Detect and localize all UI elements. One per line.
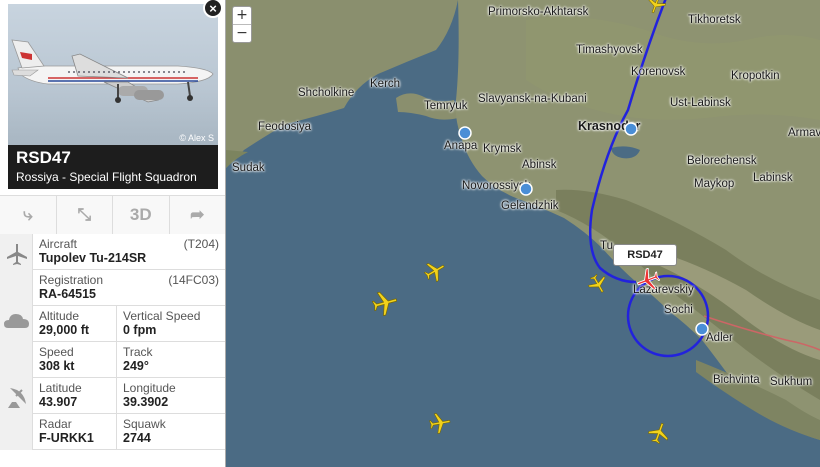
city-label: Sudak	[232, 162, 265, 174]
city-label: Feodosiya	[258, 121, 312, 133]
flight-toolbar: ⤷ ⤡ 3D ➦	[0, 195, 225, 235]
vertical-speed-value: 0 fpm	[123, 323, 157, 337]
city-label: Abinsk	[522, 159, 557, 171]
city-label: Gelendzhik	[501, 200, 559, 212]
city-label: Tu	[600, 240, 613, 252]
zoom-out-button[interactable]: −	[233, 24, 251, 42]
selected-flight-label[interactable]: RSD47	[613, 244, 677, 266]
share-icon[interactable]: ➦	[168, 196, 226, 234]
flight-header: RSD47 Rossiya - Special Flight Squadron	[8, 145, 218, 189]
aircraft-marker-icon[interactable]	[588, 274, 608, 294]
radar-dish-icon	[8, 388, 26, 408]
aircraft-section-icon-column	[0, 234, 33, 306]
city-label: Kropotkin	[731, 70, 780, 82]
registration-label: Registration	[39, 273, 104, 287]
position-section-icon-column	[0, 378, 33, 450]
longitude-label: Longitude	[123, 381, 176, 395]
city-label: Tikhoretsk	[688, 14, 741, 26]
flight-section-icon-column	[0, 306, 33, 378]
aircraft-marker-icon[interactable]	[372, 290, 398, 316]
registration-value: RA-64515	[39, 287, 96, 301]
selected-aircraft-marker-icon[interactable]	[636, 268, 660, 292]
city-label: Sochi	[664, 304, 693, 316]
route-icon[interactable]: ⤷	[0, 196, 56, 234]
city-label: Bichvinta	[713, 374, 760, 386]
speed-cell: Speed 308 kt	[33, 342, 117, 378]
latitude-value: 43.907	[39, 395, 78, 409]
airplane-icon	[7, 244, 27, 265]
radar-cell: Radar F-URKK1	[33, 414, 117, 450]
radar-value: F-URKK1	[39, 431, 94, 445]
airport-marker-icon[interactable]	[695, 322, 709, 336]
city-label: Ust-Labinsk	[670, 97, 731, 109]
flight-info-panel: © Alex S RSD47 Rossiya - Special Flight …	[0, 0, 226, 467]
city-label: Sukhum	[770, 376, 813, 388]
aircraft-marker-icon[interactable]	[424, 260, 446, 282]
aircraft-photo-image	[11, 39, 214, 103]
city-label: Adler	[706, 332, 733, 344]
city-label: Timashyovsk	[576, 44, 643, 56]
city-label: Korenovsk	[631, 66, 686, 78]
track-value: 249°	[123, 359, 149, 373]
zoom-in-button[interactable]: +	[233, 7, 251, 24]
aircraft-type-cell: Aircraft (T204) Tupolev Tu-214SR	[33, 234, 225, 270]
city-label: Maykop	[694, 178, 735, 190]
latitude-label: Latitude	[39, 381, 82, 395]
vertical-speed-cell: Vertical Speed 0 fpm	[117, 306, 225, 342]
registration-code: (14FC03)	[168, 273, 219, 287]
aircraft-marker-icon[interactable]	[646, 0, 666, 14]
city-label: Labinsk	[753, 172, 793, 184]
zoom-control: + −	[232, 6, 252, 43]
speed-label: Speed	[39, 345, 74, 359]
longitude-cell: Longitude 39.3902	[117, 378, 225, 414]
3d-button[interactable]: 3D	[112, 196, 169, 234]
airport-marker-icon[interactable]	[458, 126, 472, 140]
track-label: Track	[123, 345, 153, 359]
speed-value: 308 kt	[39, 359, 75, 373]
flight-callsign: RSD47	[16, 148, 71, 167]
squawk-value: 2744	[123, 431, 151, 445]
altitude-value: 29,000 ft	[39, 323, 90, 337]
city-label: Kerch	[370, 78, 401, 90]
vertical-speed-label: Vertical Speed	[123, 309, 201, 323]
track-cell: Track 249°	[117, 342, 225, 378]
squawk-label: Squawk	[123, 417, 166, 431]
airport-marker-icon[interactable]	[624, 122, 638, 136]
altitude-label: Altitude	[39, 309, 80, 323]
city-label: Primorsko-Akhtarsk	[488, 6, 589, 18]
photo-credit: © Alex S	[179, 133, 214, 143]
city-label: Slavyansk-na-Kubani	[478, 93, 587, 105]
registration-cell: Registration (14FC03) RA-64515	[33, 270, 225, 306]
longitude-value: 39.3902	[123, 395, 169, 409]
altitude-cell: Altitude 29,000 ft	[33, 306, 117, 342]
latitude-cell: Latitude 43.907	[33, 378, 117, 414]
aircraft-value: Tupolev Tu-214SR	[39, 251, 147, 265]
city-label: Armavir	[788, 127, 820, 139]
squawk-cell: Squawk 2744	[117, 414, 225, 450]
city-label: Krymsk	[483, 143, 522, 155]
flight-map[interactable]: + − Primorsko-Akhtarsk Tikhoretsk Timashyo…	[226, 0, 820, 467]
aircraft-code: (T204)	[183, 237, 219, 251]
aircraft-photo: © Alex S	[8, 4, 218, 145]
aircraft-marker-icon[interactable]	[429, 412, 451, 434]
city-label: Shcholkine	[298, 87, 355, 99]
city-label: Anapa	[444, 140, 478, 152]
airport-marker-icon[interactable]	[519, 182, 533, 196]
airline-name: Rossiya - Special Flight Squadron	[16, 170, 197, 184]
radar-label: Radar	[39, 417, 72, 431]
cloud-icon	[4, 314, 29, 328]
city-label: Belorechensk	[687, 155, 757, 167]
aircraft-label: Aircraft	[39, 237, 78, 251]
center-icon[interactable]: ⤡	[55, 196, 113, 234]
city-label: Temryuk	[424, 100, 468, 112]
aircraft-marker-icon[interactable]	[648, 422, 670, 444]
